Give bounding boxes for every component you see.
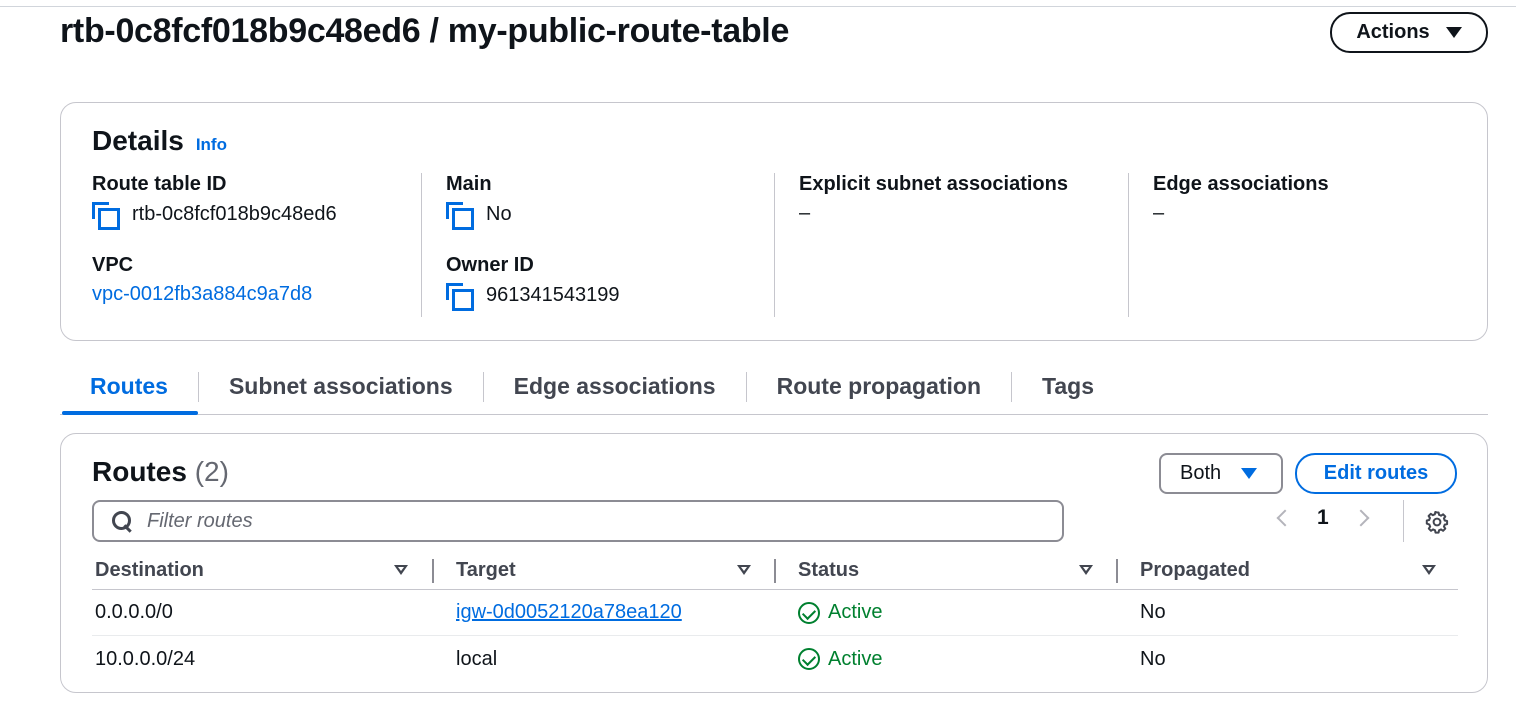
details-column-2: Main No Owner ID 961341543199 bbox=[446, 173, 619, 317]
column-divider bbox=[1128, 173, 1129, 317]
owner-id-value: 961341543199 bbox=[486, 283, 620, 306]
search-icon bbox=[111, 510, 133, 532]
chevron-right-icon[interactable] bbox=[1352, 509, 1370, 527]
owner-id-label: Owner ID bbox=[446, 254, 534, 276]
propagated-cell: No bbox=[1140, 647, 1166, 670]
details-panel: Details Info Route table ID rtb-0c8fcf01… bbox=[60, 102, 1488, 341]
filter-routes-box[interactable] bbox=[92, 500, 1064, 542]
sort-caret-icon[interactable] bbox=[737, 565, 751, 575]
vpc-value-row: vpc-0012fb3a884c9a7d8 bbox=[92, 283, 337, 306]
page-title: rtb-0c8fcf018b9c48ed6 / my-public-route-… bbox=[60, 12, 790, 50]
routes-title: Routes bbox=[92, 456, 187, 487]
destination-cell: 10.0.0.0/24 bbox=[95, 647, 196, 670]
column-header-status[interactable]: Status bbox=[776, 552, 1118, 589]
sort-caret-icon[interactable] bbox=[394, 565, 408, 575]
copy-icon[interactable] bbox=[446, 283, 474, 311]
edit-routes-button[interactable]: Edit routes bbox=[1295, 453, 1457, 494]
edge-associations-label: Edge associations bbox=[1153, 173, 1329, 195]
main-value-row: No bbox=[446, 202, 619, 230]
column-label: Propagated bbox=[1140, 559, 1251, 581]
table-row: 10.0.0.0/24 local Active No bbox=[92, 636, 1458, 682]
explicit-subnet-label: Explicit subnet associations bbox=[799, 173, 1068, 195]
pager-divider bbox=[1403, 500, 1404, 542]
main-label: Main bbox=[446, 173, 492, 195]
column-label: Destination bbox=[95, 559, 204, 581]
explicit-subnet-field: Explicit subnet associations – bbox=[799, 173, 1068, 225]
route-table-id-value-row: rtb-0c8fcf018b9c48ed6 bbox=[92, 202, 337, 230]
tab-subnet-associations[interactable]: Subnet associations bbox=[199, 363, 483, 413]
sort-caret-icon[interactable] bbox=[1079, 565, 1093, 575]
target-cell: local bbox=[456, 647, 498, 670]
tab-tags[interactable]: Tags bbox=[1012, 363, 1124, 413]
current-page[interactable]: 1 bbox=[1317, 506, 1329, 530]
column-label: Target bbox=[456, 559, 516, 581]
routes-panel: Routes (2) Both Edit routes 1 Destinatio… bbox=[60, 433, 1488, 693]
column-header-destination[interactable]: Destination bbox=[92, 552, 434, 589]
filter-routes-input[interactable] bbox=[147, 509, 1047, 533]
main-field: Main No bbox=[446, 173, 619, 230]
caret-down-icon bbox=[1241, 468, 1258, 479]
tab-route-propagation[interactable]: Route propagation bbox=[747, 363, 1011, 413]
table-row: 0.0.0.0/0 igw-0d0052120a78ea120 Active N… bbox=[92, 590, 1458, 636]
tab-routes[interactable]: Routes bbox=[60, 363, 198, 415]
main-value: No bbox=[486, 202, 512, 225]
status-text: Active bbox=[828, 647, 883, 670]
edge-associations-field: Edge associations – bbox=[1153, 173, 1329, 225]
details-column-1: Route table ID rtb-0c8fcf018b9c48ed6 VPC… bbox=[92, 173, 337, 317]
details-column-4: Edge associations – bbox=[1153, 173, 1329, 317]
actions-label: Actions bbox=[1356, 21, 1430, 43]
gear-icon[interactable] bbox=[1425, 510, 1449, 534]
details-heading: Details bbox=[92, 125, 184, 156]
owner-id-field: Owner ID 961341543199 bbox=[446, 254, 620, 311]
actions-dropdown-button[interactable]: Actions bbox=[1330, 12, 1488, 53]
routes-count: (2) bbox=[194, 456, 229, 487]
check-circle-icon bbox=[798, 648, 820, 670]
details-column-3: Explicit subnet associations – bbox=[799, 173, 1068, 317]
sort-caret-icon[interactable] bbox=[1422, 565, 1436, 575]
info-link[interactable]: Info bbox=[196, 135, 227, 155]
details-header: Details Info bbox=[92, 125, 227, 157]
status-text: Active bbox=[828, 601, 883, 623]
column-header-propagated[interactable]: Propagated bbox=[1118, 552, 1458, 589]
route-filter-value: Both bbox=[1180, 462, 1222, 484]
route-table-id-field: Route table ID rtb-0c8fcf018b9c48ed6 bbox=[92, 173, 337, 230]
copy-icon[interactable] bbox=[92, 202, 120, 230]
route-table-id-value: rtb-0c8fcf018b9c48ed6 bbox=[132, 202, 337, 225]
caret-down-icon bbox=[1445, 27, 1462, 38]
target-link[interactable]: igw-0d0052120a78ea120 bbox=[456, 601, 682, 624]
vpc-label: VPC bbox=[92, 254, 134, 276]
owner-id-value-row: 961341543199 bbox=[446, 283, 620, 311]
destination-cell: 0.0.0.0/0 bbox=[95, 601, 173, 623]
status-cell: Active bbox=[776, 636, 1118, 682]
edge-associations-value: – bbox=[1153, 202, 1165, 224]
column-divider bbox=[421, 173, 422, 317]
routes-table: Destination Target Status Propagated 0.0… bbox=[92, 552, 1458, 682]
pagination: 1 bbox=[1276, 506, 1370, 530]
status-badge: Active bbox=[798, 601, 882, 624]
route-table-id-label: Route table ID bbox=[92, 173, 227, 195]
table-header: Destination Target Status Propagated bbox=[92, 552, 1458, 590]
routes-heading: Routes (2) bbox=[92, 456, 229, 488]
column-divider bbox=[774, 173, 775, 317]
column-header-target[interactable]: Target bbox=[434, 552, 776, 589]
target-cell: igw-0d0052120a78ea120 bbox=[434, 590, 776, 635]
tab-edge-associations[interactable]: Edge associations bbox=[484, 363, 746, 413]
vpc-link[interactable]: vpc-0012fb3a884c9a7d8 bbox=[92, 283, 312, 306]
copy-icon[interactable] bbox=[446, 202, 474, 230]
check-circle-icon bbox=[798, 601, 820, 624]
top-divider bbox=[0, 6, 1516, 7]
column-label: Status bbox=[798, 559, 860, 581]
explicit-subnet-value: – bbox=[799, 202, 811, 224]
propagated-cell: No bbox=[1140, 601, 1166, 623]
status-badge: Active bbox=[798, 648, 882, 671]
tab-bar: Routes Subnet associations Edge associat… bbox=[60, 363, 1488, 415]
route-filter-select[interactable]: Both bbox=[1159, 453, 1283, 494]
vpc-field: VPC vpc-0012fb3a884c9a7d8 bbox=[92, 254, 337, 306]
status-cell: Active bbox=[776, 590, 1118, 635]
chevron-left-icon[interactable] bbox=[1276, 509, 1294, 527]
